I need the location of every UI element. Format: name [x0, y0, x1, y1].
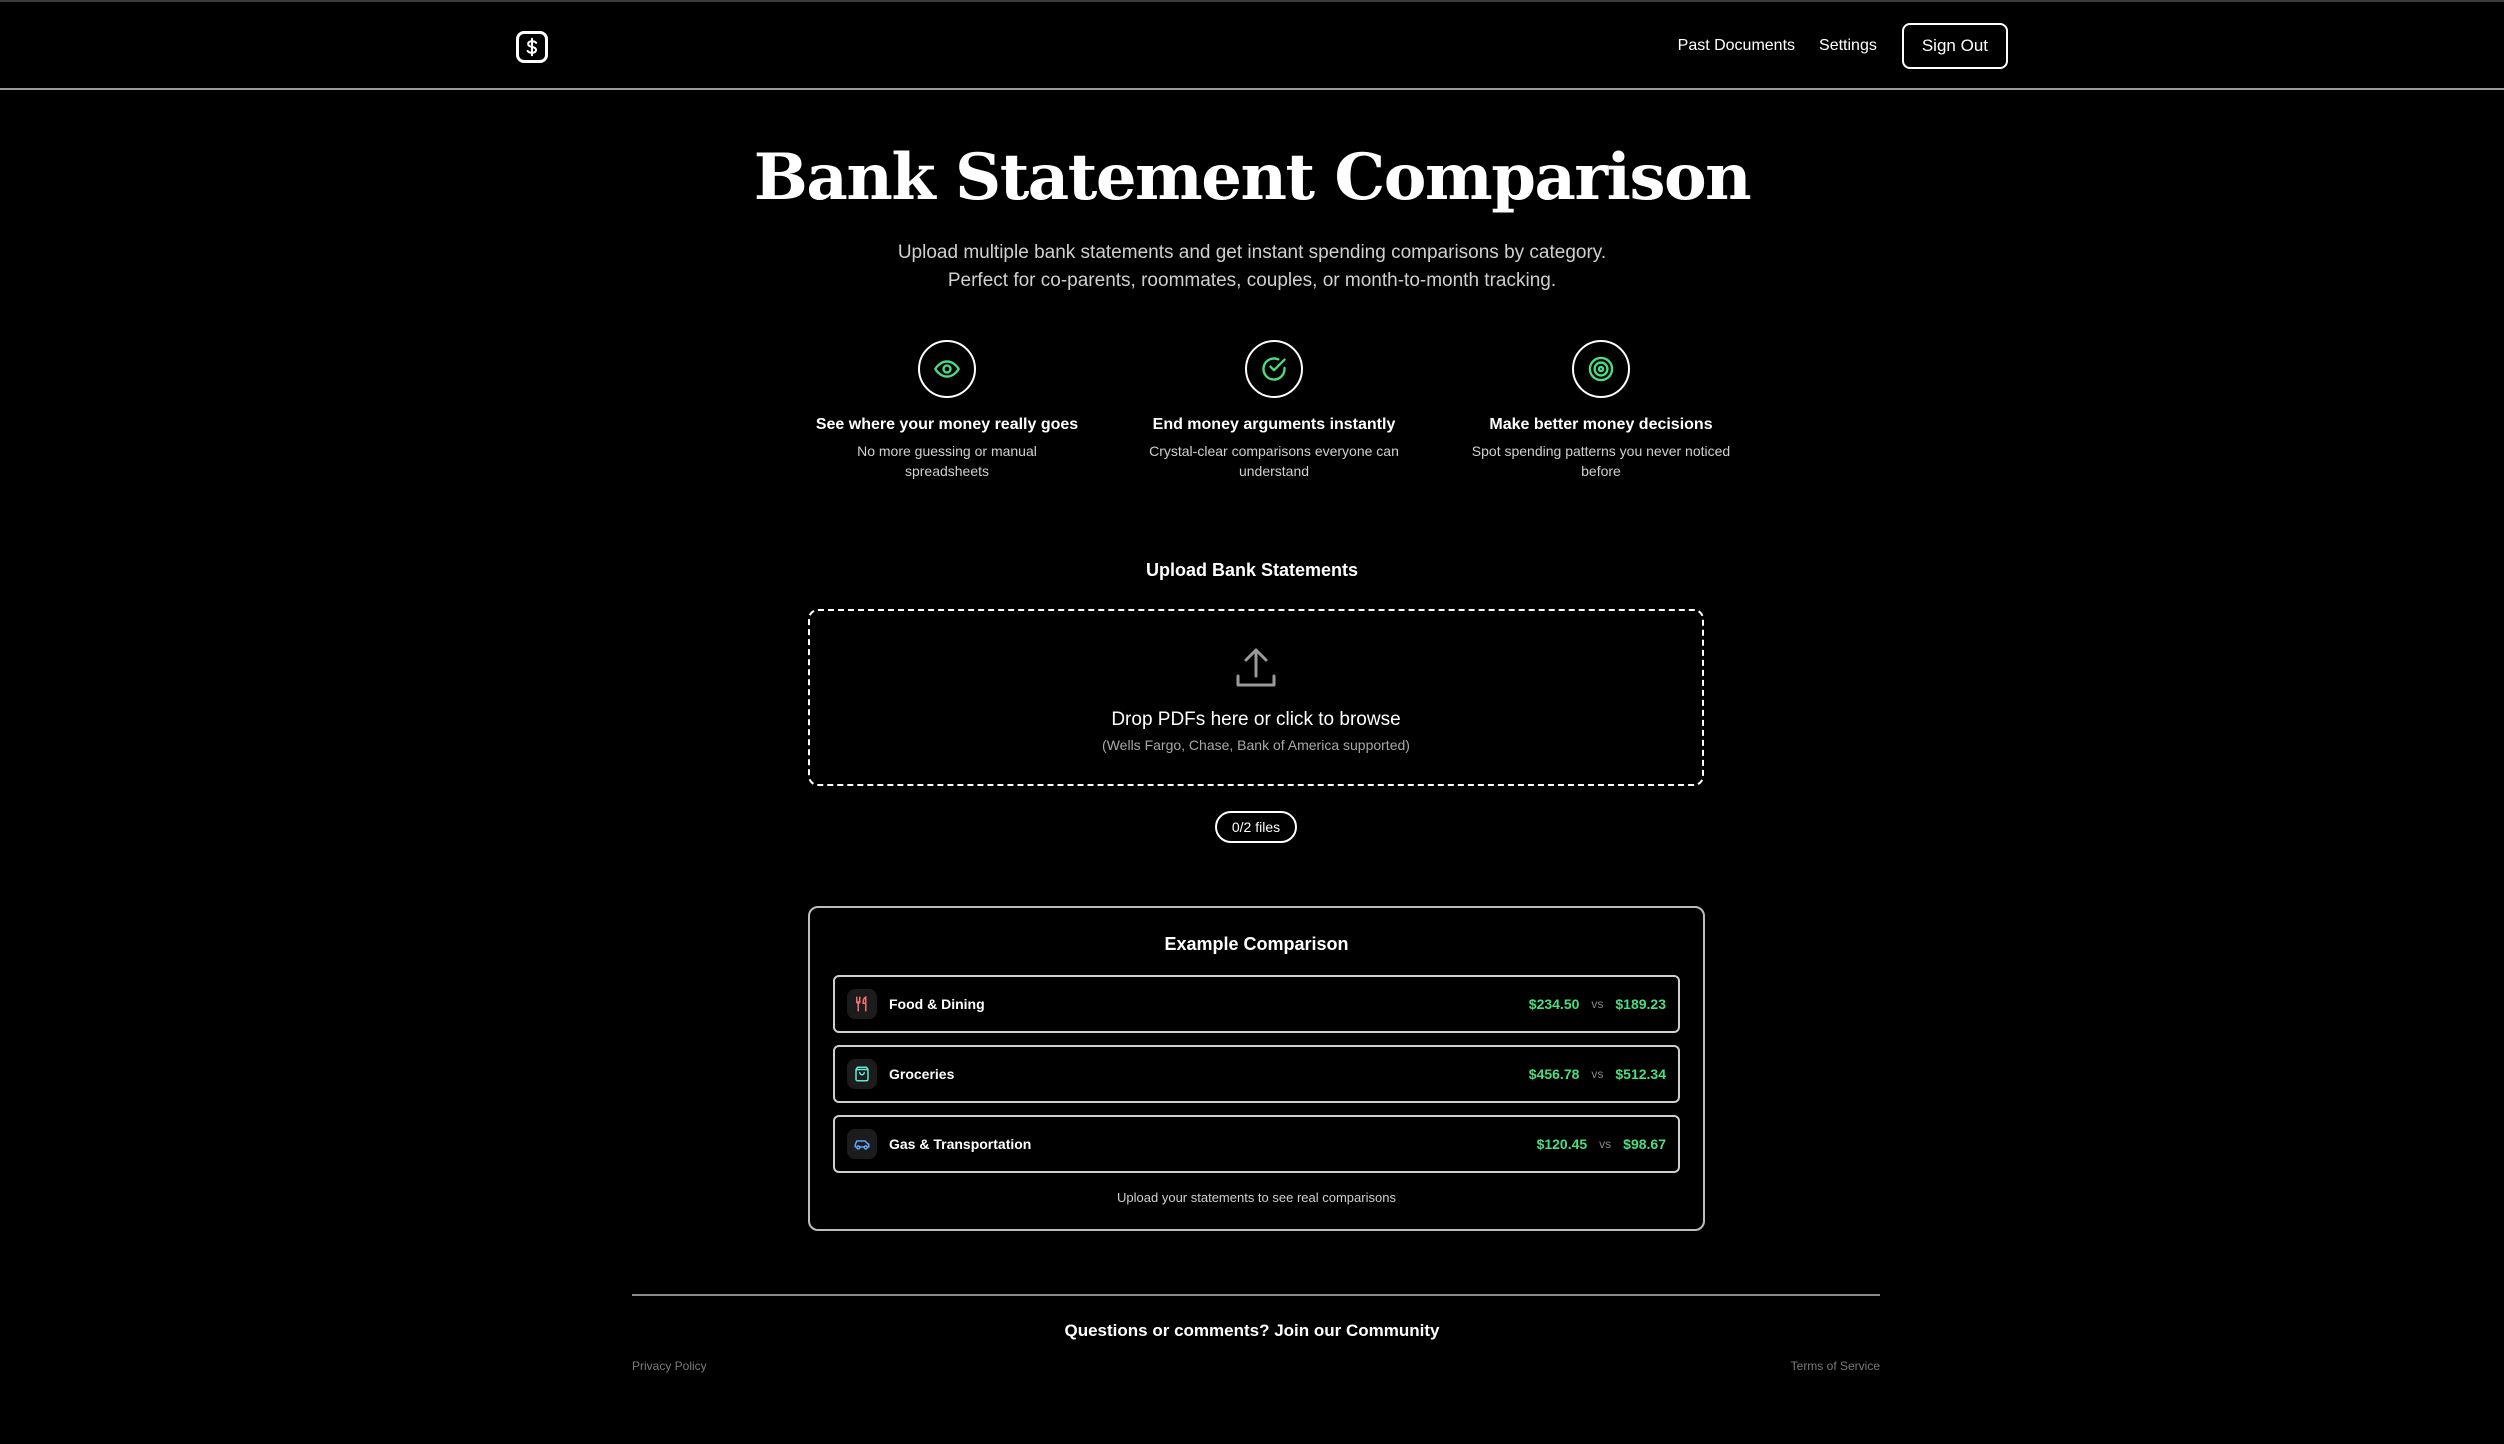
feature-item: End money arguments instantly Crystal-cl… [1136, 340, 1412, 481]
category-label: Food & Dining [889, 996, 985, 1012]
feature-item: See where your money really goes No more… [809, 340, 1085, 481]
feature-desc-line: Spot spending patterns you never noticed [1471, 443, 1731, 459]
terms-of-service-link[interactable]: Terms of Service [1791, 1359, 1880, 1373]
feature-description: Spot spending patterns you never noticed… [1463, 441, 1739, 481]
target-icon [1572, 340, 1630, 398]
feature-list: See where your money really goes No more… [809, 340, 1739, 481]
comparison-row: Food & Dining $234.50 vs $189.23 [833, 975, 1680, 1033]
page-title: Bank Statement Comparison [753, 140, 1752, 215]
feature-item: Make better money decisions Spot spendin… [1463, 340, 1739, 481]
pdf-dropzone[interactable]: Drop PDFs here or click to browse (Wells… [808, 609, 1704, 786]
top-nav-bar: Past Documents Settings Sign Out [0, 0, 2504, 90]
feature-description: No more guessing or manual spreadsheets [809, 441, 1085, 481]
community-link[interactable]: Questions or comments? Join our Communit… [0, 1321, 2504, 1341]
feature-title: End money arguments instantly [1152, 416, 1396, 433]
dollar-icon [526, 37, 538, 57]
nav-past-documents[interactable]: Past Documents [1678, 37, 1795, 55]
comparison-list: Food & Dining $234.50 vs $189.23 Groceri… [833, 975, 1680, 1185]
file-count-badge: 0/2 files [1215, 811, 1297, 843]
amount-b: $512.34 [1615, 1066, 1666, 1082]
privacy-policy-link[interactable]: Privacy Policy [632, 1359, 707, 1373]
feature-title: Make better money decisions [1489, 416, 1713, 433]
utensils-icon [847, 989, 877, 1019]
feature-desc-line: Crystal-clear comparisons everyone can [1149, 443, 1399, 459]
nav-links: Past Documents Settings Sign Out [1678, 23, 2008, 69]
comparison-row: Groceries $456.78 vs $512.34 [833, 1045, 1680, 1103]
amount-a: $234.50 [1528, 996, 1580, 1012]
subtitle-line-2: Perfect for co-parents, roommates, coupl… [947, 270, 1557, 291]
sign-out-button[interactable]: Sign Out [1901, 23, 2008, 69]
page-subtitle: Upload multiple bank statements and get … [0, 239, 2504, 295]
subtitle-line-1: Upload multiple bank statements and get … [897, 242, 1607, 263]
example-comparison-card: Example Comparison Food & Dining $234.50… [808, 906, 1705, 1231]
amount-b: $98.67 [1623, 1136, 1666, 1152]
check-circle-icon [1245, 340, 1303, 398]
feature-description: Crystal-clear comparisons everyone can u… [1136, 441, 1412, 481]
nav-settings[interactable]: Settings [1819, 37, 1877, 55]
amount-b: $189.23 [1615, 996, 1666, 1012]
comparison-row: Gas & Transportation $120.45 vs $98.67 [833, 1115, 1680, 1173]
upload-heading: Upload Bank Statements [1145, 560, 1359, 580]
amount-a: $456.78 [1528, 1066, 1580, 1082]
eye-icon [918, 340, 976, 398]
feature-desc-line: understand [1238, 463, 1310, 479]
car-icon [847, 1129, 877, 1159]
shopping-bag-icon [847, 1059, 877, 1089]
category-label: Gas & Transportation [889, 1136, 1032, 1152]
feature-desc-line: before [1581, 463, 1621, 479]
dropzone-hint: (Wells Fargo, Chase, Bank of America sup… [1102, 737, 1410, 753]
feature-desc-line: spreadsheets [904, 463, 990, 479]
vs-label: vs [1591, 1067, 1604, 1081]
feature-title: See where your money really goes [815, 416, 1079, 433]
vs-label: vs [1599, 1137, 1612, 1151]
example-title: Example Comparison [1164, 934, 1349, 954]
upload-icon [810, 646, 1702, 695]
feature-desc-line: No more guessing or manual [857, 443, 1037, 459]
logo[interactable] [516, 31, 548, 63]
category-label: Groceries [889, 1066, 955, 1082]
footer-divider [632, 1294, 1880, 1296]
example-note: Upload your statements to see real compa… [1117, 1190, 1396, 1205]
vs-label: vs [1591, 997, 1604, 1011]
amount-a: $120.45 [1536, 1136, 1588, 1152]
dropzone-text: Drop PDFs here or click to browse [1111, 709, 1401, 730]
